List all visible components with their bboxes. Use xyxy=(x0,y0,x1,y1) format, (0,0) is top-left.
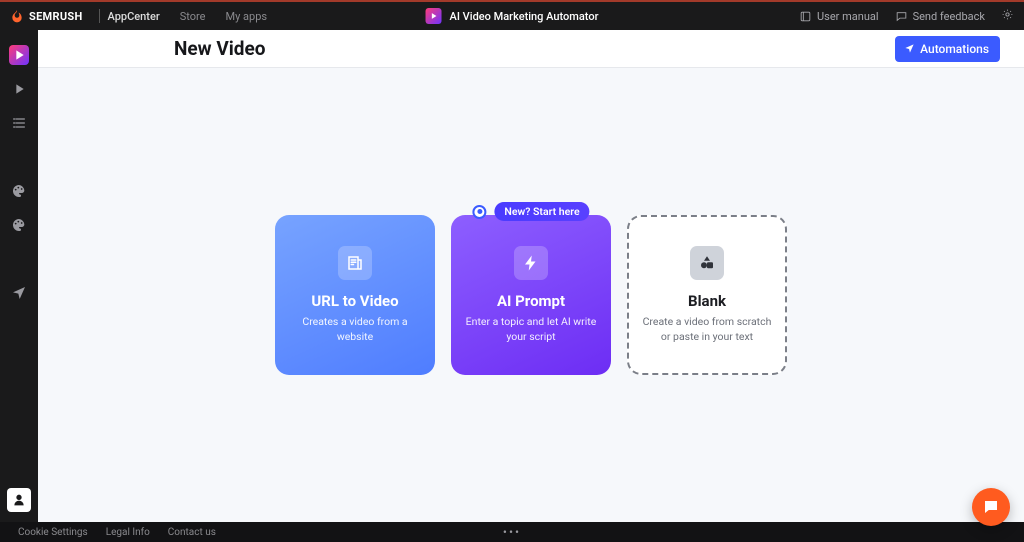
newspaper-icon xyxy=(338,246,372,280)
sidebar-list[interactable] xyxy=(4,108,34,138)
paper-plane-icon xyxy=(904,43,915,54)
play-icon xyxy=(11,47,27,63)
intercom-chat-button[interactable] xyxy=(972,488,1010,526)
palette-icon xyxy=(11,183,27,199)
semrush-brand[interactable]: SEMRUSH xyxy=(10,9,83,23)
card-title: Blank xyxy=(688,292,726,310)
sidebar-app-logo[interactable] xyxy=(4,40,34,70)
start-here-callout: New? Start here xyxy=(472,202,589,221)
card-desc: Create a video from scratch or paste in … xyxy=(641,315,773,343)
nav-store[interactable]: Store xyxy=(180,10,206,23)
shapes-icon xyxy=(690,246,724,280)
palette-icon xyxy=(11,217,27,233)
card-title: URL to Video xyxy=(311,292,398,310)
chat-bubble-icon xyxy=(982,498,1000,516)
left-sidebar xyxy=(0,30,38,522)
card-title: AI Prompt xyxy=(497,292,565,310)
card-blank[interactable]: Blank Create a video from scratch or pas… xyxy=(627,215,787,375)
footer-legal[interactable]: Legal Info xyxy=(106,527,150,538)
play-outline-icon xyxy=(11,81,27,97)
top-nav: SEMRUSH AppCenter Store My apps AI Video… xyxy=(0,0,1024,30)
brand-divider xyxy=(99,9,100,23)
semrush-wordmark: SEMRUSH xyxy=(29,10,83,23)
footer: Cookie Settings Legal Info Contact us ••… xyxy=(0,522,1024,542)
card-desc: Creates a video from a website xyxy=(287,315,423,343)
user-manual-label: User manual xyxy=(817,10,879,23)
nav-myapps[interactable]: My apps xyxy=(226,10,268,23)
main-area: New Video Automations URL to Video Creat… xyxy=(38,30,1024,522)
app-logo-icon xyxy=(426,8,442,24)
paper-plane-icon xyxy=(11,285,27,301)
sidebar-palette-1[interactable] xyxy=(4,176,34,206)
card-url-to-video[interactable]: URL to Video Creates a video from a webs… xyxy=(275,215,435,375)
lightning-icon xyxy=(514,246,548,280)
gear-icon xyxy=(1001,8,1014,21)
footer-cookie[interactable]: Cookie Settings xyxy=(18,527,88,538)
page-header: New Video Automations xyxy=(38,30,1024,68)
user-manual-link[interactable]: User manual xyxy=(799,10,879,23)
book-icon xyxy=(799,10,812,23)
sidebar-send[interactable] xyxy=(4,278,34,308)
send-feedback-label: Send feedback xyxy=(913,10,985,23)
automations-button[interactable]: Automations xyxy=(895,36,1000,62)
user-icon xyxy=(11,492,27,508)
settings-button[interactable] xyxy=(1001,8,1014,24)
app-title-text: AI Video Marketing Automator xyxy=(450,10,599,23)
appcenter-label[interactable]: AppCenter xyxy=(108,10,160,23)
sidebar-palette-2[interactable] xyxy=(4,210,34,240)
automations-label: Automations xyxy=(920,42,989,56)
semrush-flame-icon xyxy=(10,9,24,23)
footer-drag-handle[interactable]: ••• xyxy=(503,525,521,539)
current-app-title: AI Video Marketing Automator xyxy=(426,8,599,24)
send-feedback-link[interactable]: Send feedback xyxy=(895,10,985,23)
creation-options: URL to Video Creates a video from a webs… xyxy=(38,68,1024,522)
ring-indicator-icon xyxy=(472,205,486,219)
page-title: New Video xyxy=(174,37,265,60)
sidebar-user[interactable] xyxy=(7,488,31,512)
footer-contact[interactable]: Contact us xyxy=(168,527,216,538)
list-icon xyxy=(11,115,27,131)
card-ai-prompt[interactable]: New? Start here AI Prompt Enter a topic … xyxy=(451,215,611,375)
sidebar-play[interactable] xyxy=(4,74,34,104)
comment-icon xyxy=(895,10,908,23)
card-desc: Enter a topic and let AI write your scri… xyxy=(463,315,599,343)
start-here-pill: New? Start here xyxy=(494,202,589,221)
